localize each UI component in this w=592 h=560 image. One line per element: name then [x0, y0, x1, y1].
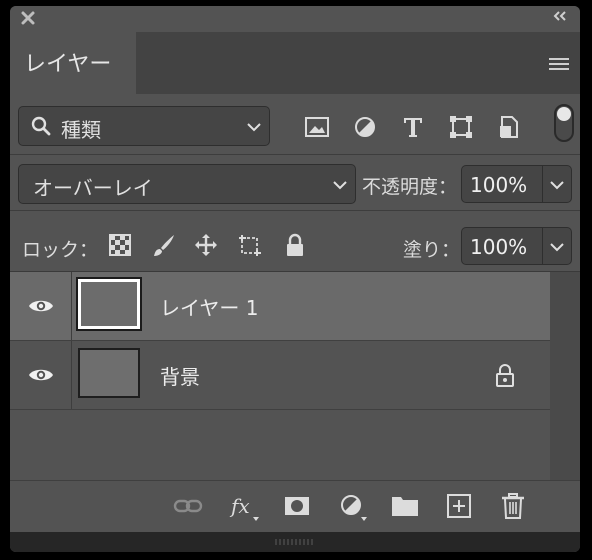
layer-thumbnail[interactable]	[76, 277, 142, 331]
add-mask-icon[interactable]	[282, 491, 312, 521]
layer-row-background[interactable]: 背景	[10, 341, 550, 409]
eye-icon[interactable]	[28, 367, 54, 383]
type-filter-icon[interactable]	[400, 114, 426, 140]
collapse-panel-icon[interactable]	[552, 9, 568, 23]
adjustment-filter-icon[interactable]	[352, 114, 378, 140]
opacity-input[interactable]: 100%	[461, 165, 572, 203]
lock-image-pixels-icon[interactable]	[152, 233, 176, 257]
fill-divider	[542, 228, 543, 264]
search-icon	[31, 116, 51, 136]
visibility-column	[10, 341, 72, 409]
link-layers-icon[interactable]	[173, 491, 203, 521]
scrollbar-track[interactable]	[550, 272, 580, 480]
filter-toggle[interactable]	[554, 104, 574, 142]
lock-transparent-pixels-icon[interactable]	[108, 233, 132, 257]
lock-artboard-icon[interactable]	[238, 233, 262, 257]
layer-name[interactable]: 背景	[160, 361, 200, 390]
filter-kind-label: 種類	[61, 118, 101, 142]
chevron-down-icon	[247, 123, 261, 132]
filter-row: 種類	[10, 94, 580, 154]
fill-input[interactable]: 100%	[461, 227, 572, 265]
lock-row: ロック： 塗り： 100%	[10, 211, 580, 271]
resize-grip-icon[interactable]	[274, 538, 314, 546]
tab-bar: レイヤー	[10, 32, 580, 94]
new-adjustment-icon[interactable]	[337, 491, 367, 521]
shape-filter-icon[interactable]	[448, 114, 474, 140]
panel-titlebar	[10, 6, 580, 32]
svg-text:fx: fx	[229, 494, 250, 518]
bottom-toolbar: fx	[10, 480, 580, 533]
layer-name[interactable]: レイヤー 1	[160, 292, 258, 321]
tab-layers-label: レイヤー	[24, 52, 112, 77]
blend-mode-dropdown[interactable]: オーバーレイ	[18, 164, 356, 204]
opacity-divider	[542, 166, 543, 202]
opacity-label: 不透明度：	[362, 176, 458, 198]
chevron-down-icon[interactable]	[550, 242, 564, 252]
delete-icon[interactable]	[498, 491, 528, 521]
layer-thumbnail[interactable]	[78, 348, 140, 398]
layers-list: レイヤー 1 背景	[10, 272, 550, 480]
filter-kind-dropdown[interactable]: 種類	[18, 106, 270, 146]
visibility-column	[10, 272, 72, 340]
new-group-icon[interactable]	[390, 491, 420, 521]
smart-object-filter-icon[interactable]	[496, 114, 522, 140]
new-layer-icon[interactable]	[444, 491, 474, 521]
resize-bar[interactable]	[10, 532, 580, 552]
lock-all-icon[interactable]	[283, 233, 307, 257]
lock-label: ロック：	[22, 239, 99, 261]
panel-menu-icon[interactable]	[548, 56, 570, 72]
tab-layers[interactable]: レイヤー	[10, 32, 136, 94]
layers-panel: レイヤー 種類 オーバーレイ 不透明度： 100% ロック： 塗り： 100% …	[10, 6, 580, 552]
fx-icon[interactable]: fx	[229, 491, 259, 521]
row-divider	[10, 409, 550, 410]
lock-icon	[496, 364, 514, 387]
fill-label: 塗り：	[403, 239, 461, 261]
opacity-value: 100%	[470, 173, 528, 197]
layer-row-layer-1[interactable]: レイヤー 1	[10, 272, 550, 340]
fill-value: 100%	[470, 235, 528, 259]
chevron-down-icon	[333, 181, 347, 190]
close-icon[interactable]	[20, 10, 36, 26]
filter-toggle-knob	[557, 107, 571, 121]
eye-icon[interactable]	[28, 298, 54, 314]
chevron-down-icon[interactable]	[550, 180, 564, 190]
image-filter-icon[interactable]	[304, 114, 330, 140]
blend-mode-label: オーバーレイ	[33, 176, 153, 200]
lock-position-icon[interactable]	[194, 233, 218, 257]
blend-row: オーバーレイ 不透明度： 100%	[10, 155, 580, 210]
